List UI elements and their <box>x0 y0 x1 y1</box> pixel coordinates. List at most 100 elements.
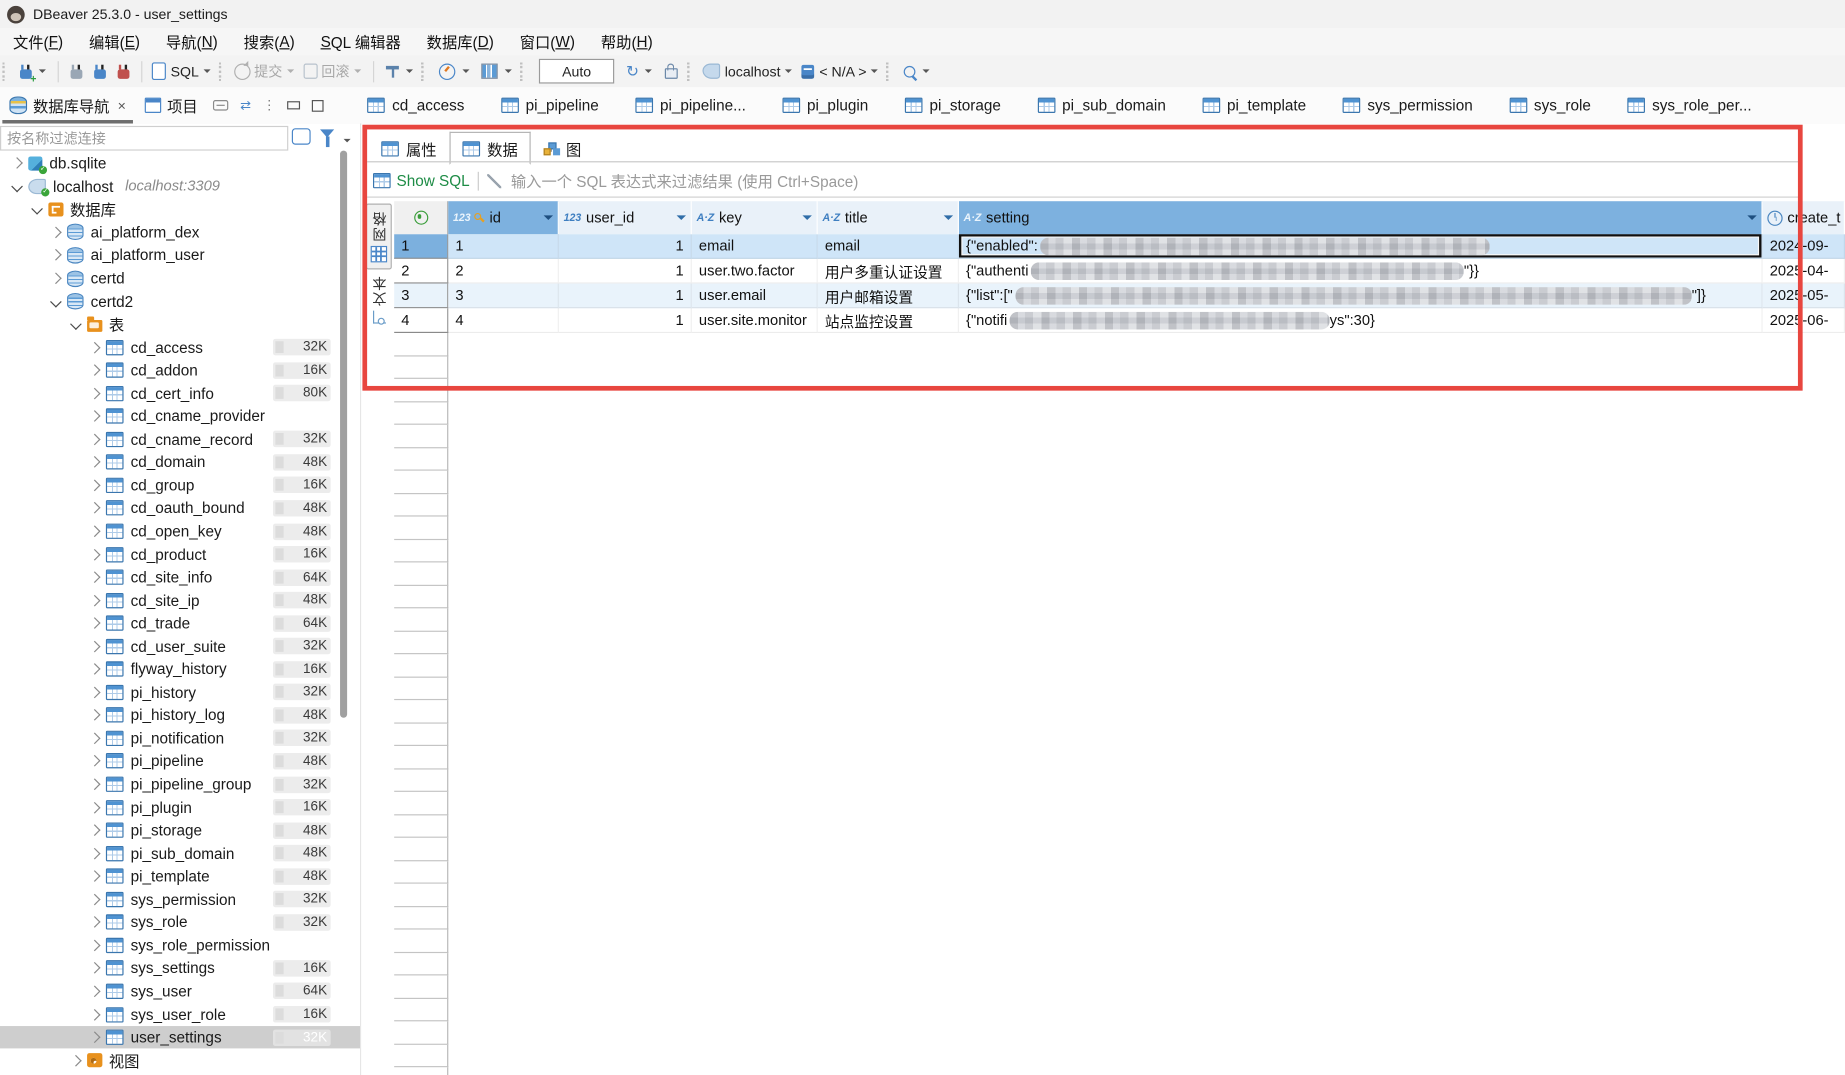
chevron-right-icon[interactable] <box>89 962 101 974</box>
chevron-right-icon[interactable] <box>50 226 62 238</box>
chevron-right-icon[interactable] <box>89 525 101 537</box>
tree-item-ai_platform_dex[interactable]: ai_platform_dex <box>0 221 360 244</box>
tab-project[interactable]: 项目 <box>135 87 207 123</box>
data-cell[interactable]: 1 <box>559 259 692 284</box>
chevron-down-icon[interactable] <box>50 295 62 307</box>
result-tab-1[interactable]: 数据 <box>450 132 531 165</box>
empty-row-number-cell[interactable] <box>394 1044 448 1067</box>
sql-editor-button[interactable]: SQL <box>148 58 216 84</box>
commit-button[interactable]: 提交 <box>231 58 300 84</box>
empty-row-number-cell[interactable] <box>394 746 448 769</box>
empty-row-number-cell[interactable] <box>394 907 448 930</box>
connection-filter-input[interactable]: 按名称过滤连接 <box>0 126 288 151</box>
tree-item-user_settings[interactable]: user_settings32K <box>0 1026 360 1049</box>
chevron-right-icon[interactable] <box>50 249 62 261</box>
create-time-cell[interactable]: 2024-09- <box>1763 234 1845 259</box>
empty-row-number-cell[interactable] <box>394 654 448 677</box>
tree-item-cd_oauth_bound[interactable]: cd_oauth_bound48K <box>0 497 360 520</box>
empty-row-number-cell[interactable] <box>394 1021 448 1044</box>
tree-item-certd2[interactable]: certd2 <box>0 290 360 313</box>
empty-row-number-cell[interactable] <box>394 333 448 356</box>
column-header-create_t[interactable]: create_t <box>1763 201 1845 234</box>
new-connection-button[interactable]: + <box>14 58 52 84</box>
column-header-id[interactable]: 123id <box>448 201 559 234</box>
chevron-right-icon[interactable] <box>89 1031 101 1043</box>
setting-cell[interactable]: {"notifiys":30} <box>959 308 1763 333</box>
tree-item-cd_user_suite[interactable]: cd_user_suite32K <box>0 635 360 658</box>
empty-row-number-cell[interactable] <box>394 815 448 838</box>
setting-cell[interactable]: {"list":[""]} <box>959 284 1763 309</box>
menu-item-2[interactable]: 导航(N) <box>153 28 231 55</box>
empty-row-number-cell[interactable] <box>394 930 448 953</box>
view-menu-icon[interactable]: ⋮ <box>263 98 276 113</box>
connections-icon[interactable] <box>292 128 311 144</box>
sidebar-scrollbar[interactable] <box>340 151 347 718</box>
chevron-right-icon[interactable] <box>89 893 101 905</box>
chevron-right-icon[interactable] <box>89 755 101 767</box>
tree-item-db.sqlite[interactable]: db.sqlite <box>0 152 360 175</box>
chevron-right-icon[interactable] <box>89 594 101 606</box>
editor-tab-sys_permission[interactable]: sys_permission <box>1343 96 1473 114</box>
empty-row-number-cell[interactable] <box>394 792 448 815</box>
create-time-cell[interactable]: 2025-05- <box>1763 284 1845 309</box>
chevron-right-icon[interactable] <box>89 847 101 859</box>
chevron-down-icon[interactable] <box>11 180 23 192</box>
dashboard-button[interactable] <box>433 58 475 84</box>
tree-item-cd_open_key[interactable]: cd_open_key48K <box>0 520 360 543</box>
data-cell[interactable]: 1 <box>448 234 559 259</box>
row-number-cell[interactable]: 2 <box>394 259 448 284</box>
editor-tab-pi_pipeline[interactable]: pi_pipeline <box>501 96 599 114</box>
tab-database-navigator[interactable]: 数据库导航 × <box>0 87 135 123</box>
tree-item-sys_role[interactable]: sys_role32K <box>0 911 360 934</box>
chevron-right-icon[interactable] <box>89 387 101 399</box>
presentation-tab-1[interactable]: 文本 <box>366 269 392 329</box>
chevron-right-icon[interactable] <box>89 410 101 422</box>
create-time-cell[interactable]: 2025-06- <box>1763 308 1845 333</box>
tree-item-ai_platform_user[interactable]: ai_platform_user <box>0 244 360 267</box>
tree-item-flyway_history[interactable]: flyway_history16K <box>0 658 360 681</box>
tree-item-cd_cert_info[interactable]: cd_cert_info80K <box>0 382 360 405</box>
transaction-filter-button[interactable] <box>380 58 419 84</box>
editor-tab-pi_template[interactable]: pi_template <box>1202 96 1306 114</box>
column-header-user_id[interactable]: 123user_id <box>559 201 692 234</box>
link-editor-icon[interactable]: ⇄ <box>240 98 251 113</box>
connect-button[interactable] <box>65 58 89 84</box>
tree-item-cd_domain[interactable]: cd_domain48K <box>0 451 360 474</box>
chevron-right-icon[interactable] <box>89 548 101 560</box>
collapse-all-icon[interactable] <box>213 100 228 111</box>
refresh-button[interactable]: ↻ <box>621 58 657 84</box>
column-header-setting[interactable]: A·Zsetting <box>959 201 1763 234</box>
tree-item-sys_permission[interactable]: sys_permission32K <box>0 888 360 911</box>
chevron-down-icon[interactable] <box>69 318 81 330</box>
maximize-icon[interactable] <box>312 99 324 111</box>
empty-row-number-cell[interactable] <box>394 494 448 517</box>
tree-item-pi_sub_domain[interactable]: pi_sub_domain48K <box>0 842 360 865</box>
editor-tab-pi_storage[interactable]: pi_storage <box>905 96 1001 114</box>
tree-item-cd_product[interactable]: cd_product16K <box>0 543 360 566</box>
editor-tab-sys_role_per[interactable]: sys_role_per... <box>1627 96 1751 114</box>
data-cell[interactable]: user.site.monitor <box>692 308 818 333</box>
empty-row-number-cell[interactable] <box>394 998 448 1021</box>
empty-row-number-cell[interactable] <box>394 953 448 976</box>
empty-row-number-cell[interactable] <box>394 585 448 608</box>
tree-item-certd[interactable]: certd <box>0 267 360 290</box>
empty-row-number-cell[interactable] <box>394 539 448 562</box>
chevron-right-icon[interactable] <box>89 341 101 353</box>
minimize-icon[interactable] <box>287 101 300 109</box>
data-cell[interactable]: email <box>818 234 959 259</box>
tree-item-sys_role_permission[interactable]: sys_role_permission <box>0 934 360 957</box>
chevron-right-icon[interactable] <box>89 502 101 514</box>
empty-row-number-cell[interactable] <box>394 448 448 471</box>
create-time-cell[interactable]: 2025-04- <box>1763 259 1845 284</box>
compare-button[interactable] <box>475 58 517 84</box>
search-button[interactable] <box>898 58 936 84</box>
menu-item-6[interactable]: 窗口(W) <box>507 28 588 55</box>
tree-item-cd_group[interactable]: cd_group16K <box>0 474 360 497</box>
tree-item-视图[interactable]: 视图 <box>0 1049 360 1072</box>
empty-row-number-cell[interactable] <box>394 975 448 998</box>
editor-tab-pi_sub_domain[interactable]: pi_sub_domain <box>1037 96 1165 114</box>
chevron-right-icon[interactable] <box>89 640 101 652</box>
empty-row-number-cell[interactable] <box>394 517 448 540</box>
tree-item-cd_site_ip[interactable]: cd_site_ip48K <box>0 589 360 612</box>
result-tab-2[interactable]: 图 <box>531 132 595 165</box>
